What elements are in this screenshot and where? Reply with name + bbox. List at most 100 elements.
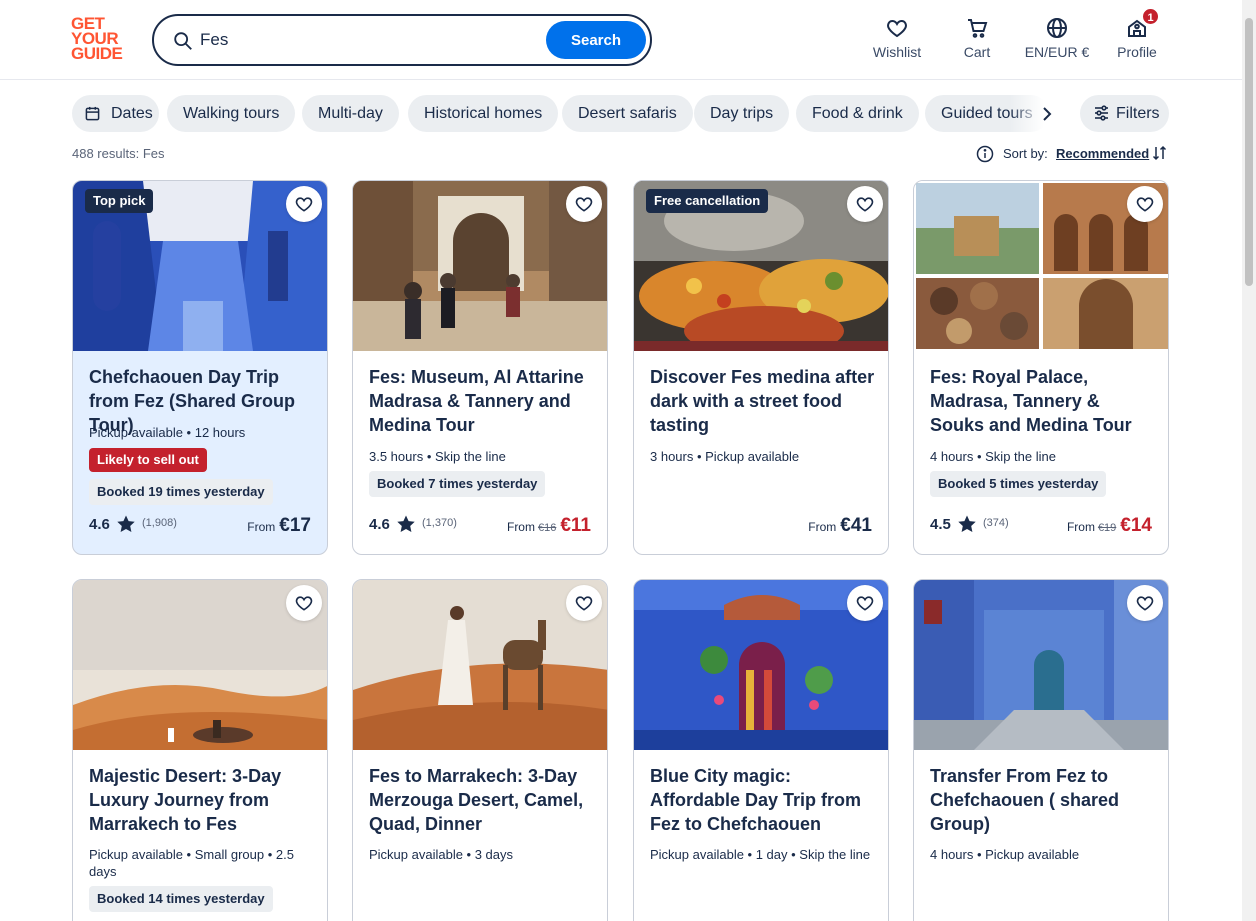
top-pick-tag: Top pick — [85, 189, 154, 213]
wishlist-heart-button[interactable] — [286, 186, 322, 222]
cart-label: Cart — [963, 44, 991, 60]
logo-line-3: GUIDE — [71, 44, 123, 63]
wishlist-heart-button[interactable] — [566, 186, 602, 222]
chip-label: Historical homes — [424, 105, 543, 122]
price-from-label: From — [808, 520, 837, 534]
language-currency-button[interactable]: EN/EUR € — [1017, 16, 1097, 66]
rating-value: 4.6 — [369, 516, 390, 533]
booked-count-badge: Booked 14 times yesterday — [89, 886, 273, 912]
chip-walking-tours[interactable]: Walking tours — [167, 95, 296, 132]
price: From €41 — [808, 515, 872, 539]
filters-label: Filters — [1116, 105, 1160, 122]
heart-icon — [295, 197, 313, 212]
wishlist-heart-button[interactable] — [566, 585, 602, 621]
booked-count-badge: Booked 7 times yesterday — [369, 471, 546, 497]
activity-card[interactable]: Top pick Chefchaouen Day Trip from Fez (… — [72, 180, 328, 555]
notification-badge: 1 — [1141, 7, 1160, 26]
star-icon — [958, 515, 976, 532]
heart-icon — [575, 197, 593, 212]
activity-card[interactable]: Fes: Royal Palace, Madrasa, Tannery & So… — [913, 180, 1169, 555]
getyourguide-logo[interactable]: GET YOUR GUIDE — [71, 15, 131, 64]
search-input[interactable] — [200, 28, 530, 52]
cart-icon — [968, 19, 988, 38]
chip-food-drink[interactable]: Food & drink — [796, 95, 919, 132]
likely-to-sell-out-badge: Likely to sell out — [89, 448, 207, 472]
chip-historical-homes[interactable]: Historical homes — [408, 95, 559, 132]
activity-title[interactable]: Discover Fes medina after dark with a st… — [650, 365, 878, 437]
booked-count-badge: Booked 19 times yesterday — [89, 479, 273, 505]
chip-label: Food & drink — [812, 105, 903, 122]
profile-label: Profile — [1117, 44, 1157, 60]
activity-card[interactable]: Fes to Marrakech: 3-Day Merzouga Desert,… — [352, 579, 608, 921]
activity-meta: 4 hours • Pickup available — [930, 847, 1080, 862]
star-icon — [117, 515, 135, 532]
filter-chips: Dates Walking tours Multi-day Historical… — [72, 95, 1072, 133]
activity-title[interactable]: Majestic Desert: 3-Day Luxury Journey fr… — [89, 764, 317, 836]
review-count: (1,370) — [422, 517, 457, 529]
globe-icon — [1047, 18, 1067, 38]
activity-card[interactable]: Blue City magic: Affordable Day Trip fro… — [633, 579, 889, 921]
wishlist-heart-button[interactable] — [1127, 585, 1163, 621]
chip-label: Day trips — [710, 105, 774, 122]
original-price: €19 — [1097, 522, 1117, 534]
heart-icon — [887, 19, 907, 38]
activity-meta: Pickup available • 12 hours — [89, 425, 246, 440]
activity-meta: 4 hours • Skip the line — [930, 449, 1056, 464]
activity-meta: Pickup available • 3 days — [369, 847, 514, 862]
search-button[interactable]: Search — [546, 21, 646, 59]
sort-arrows-icon[interactable] — [1152, 144, 1168, 162]
info-icon[interactable] — [976, 145, 994, 163]
chip-multi-day[interactable]: Multi-day — [302, 95, 399, 132]
activity-card[interactable]: Free cancellation Discover Fes medina af… — [633, 180, 889, 555]
activity-meta: Pickup available • Small group • 2.5 day… — [89, 847, 294, 879]
wishlist-heart-button[interactable] — [1127, 186, 1163, 222]
filters-icon — [1095, 105, 1108, 121]
price-amount: €41 — [840, 515, 872, 536]
activity-card[interactable]: Majestic Desert: 3-Day Luxury Journey fr… — [72, 579, 328, 921]
activity-title[interactable]: Fes: Museum, Al Attarine Madrasa & Tanne… — [369, 365, 597, 437]
chip-day-trips[interactable]: Day trips — [694, 95, 790, 132]
currency-label: EN/EUR € — [1024, 44, 1090, 60]
profile-button[interactable]: Profile 1 — [1097, 7, 1177, 66]
booked-count-badge: Booked 5 times yesterday — [930, 471, 1107, 497]
activity-title[interactable]: Fes: Royal Palace, Madrasa, Tannery & So… — [930, 365, 1158, 437]
sort-dropdown[interactable]: Recommended — [1056, 146, 1149, 161]
wishlist-heart-button[interactable] — [847, 585, 883, 621]
chip-dates[interactable]: Dates — [72, 95, 159, 132]
rating-value: 4.5 — [930, 516, 951, 533]
page-scrollbar[interactable] — [1242, 0, 1256, 921]
chip-label: Multi-day — [318, 105, 383, 122]
chip-desert-safaris[interactable]: Desert safaris — [562, 95, 693, 132]
activity-meta: 3.5 hours • Skip the line — [369, 449, 506, 464]
star-icon — [397, 515, 415, 532]
chips-next-button[interactable] — [1032, 100, 1062, 128]
results-count: 488 results: Fes — [72, 146, 165, 161]
calendar-icon — [85, 106, 100, 121]
price-amount: €14 — [1120, 515, 1152, 536]
heart-icon — [856, 197, 874, 212]
rating-value: 4.6 — [89, 516, 110, 533]
price-amount: €11 — [560, 515, 591, 536]
wishlist-button[interactable]: Wishlist — [857, 16, 937, 66]
search-bar: Search — [152, 14, 652, 66]
wishlist-heart-button[interactable] — [286, 585, 322, 621]
price-amount: €17 — [279, 515, 311, 536]
heart-icon — [1136, 596, 1154, 611]
cart-button[interactable]: Cart — [937, 16, 1017, 66]
activity-meta: 3 hours • Pickup available — [650, 449, 800, 464]
activity-title[interactable]: Fes to Marrakech: 3-Day Merzouga Desert,… — [369, 764, 597, 836]
price-from-label: From — [1066, 520, 1095, 534]
chip-label: Dates — [111, 105, 153, 122]
activity-title[interactable]: Blue City magic: Affordable Day Trip fro… — [650, 764, 878, 836]
heart-icon — [575, 596, 593, 611]
review-count: (1,908) — [142, 517, 177, 529]
wishlist-label: Wishlist — [872, 44, 922, 60]
activity-card[interactable]: Fes: Museum, Al Attarine Madrasa & Tanne… — [352, 180, 608, 555]
filters-button[interactable]: Filters — [1080, 95, 1169, 132]
heart-icon — [295, 596, 313, 611]
activity-card[interactable]: Transfer From Fez to Chefchaouen ( share… — [913, 579, 1169, 921]
wishlist-heart-button[interactable] — [847, 186, 883, 222]
price: From €17 — [247, 515, 311, 539]
scrollbar-thumb[interactable] — [1245, 18, 1253, 286]
activity-title[interactable]: Transfer From Fez to Chefchaouen ( share… — [930, 764, 1158, 836]
